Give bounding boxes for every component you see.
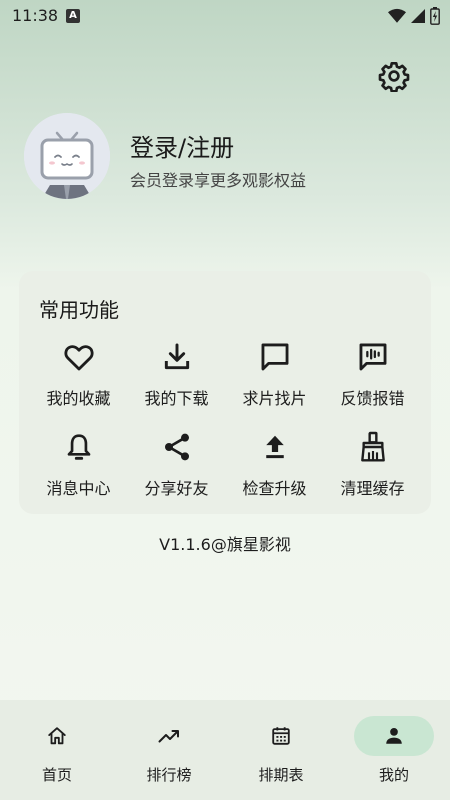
function-label: 求片找片 [242, 389, 307, 408]
login-subtitle: 会员登录享更多观影权益 [130, 171, 307, 190]
nav-label: 排行榜 [146, 766, 192, 784]
nav-item-schedule[interactable]: 排期表 [225, 700, 337, 800]
bell-icon [61, 429, 97, 465]
download-icon [159, 339, 195, 375]
bottom-nav: 首页 排行榜 排期表 我的 [0, 700, 450, 800]
feedback-button[interactable]: 反馈报错 [321, 339, 424, 419]
feedback-icon [355, 339, 391, 375]
function-label: 我的收藏 [46, 389, 111, 408]
signal-icon [411, 9, 425, 23]
nav-item-mine[interactable]: 我的 [338, 700, 450, 800]
tv-mascot-avatar [24, 113, 110, 199]
function-label: 检查升级 [242, 479, 307, 498]
status-bar: 11:38 A [0, 0, 450, 32]
status-icons [388, 7, 440, 25]
share-icon [159, 429, 195, 465]
status-time: 11:38 [12, 6, 59, 25]
nav-item-ranking[interactable]: 排行榜 [113, 700, 225, 800]
status-indicator: A [66, 9, 80, 23]
function-label: 清理缓存 [340, 479, 405, 498]
nav-label: 我的 [378, 766, 409, 784]
upload-icon [257, 429, 293, 465]
wifi-icon [388, 8, 406, 23]
home-icon [48, 727, 66, 745]
function-label: 分享好友 [144, 479, 209, 498]
nav-label: 首页 [41, 766, 72, 784]
settings-button[interactable] [376, 58, 412, 94]
nav-item-home[interactable]: 首页 [1, 700, 113, 800]
section-title: 常用功能 [39, 298, 119, 322]
chat-bubble-icon [257, 339, 293, 375]
heart-icon [61, 339, 97, 375]
avatar[interactable] [24, 113, 110, 199]
request-movie-button[interactable]: 求片找片 [223, 339, 326, 419]
clear-cache-button[interactable]: 清理缓存 [321, 429, 424, 509]
downloads-button[interactable]: 我的下载 [125, 339, 228, 419]
login-register-link[interactable]: 登录/注册 [130, 128, 234, 163]
active-indicator [354, 716, 434, 756]
version-text: V1.1.6@旗星影视 [159, 535, 291, 554]
favorites-button[interactable]: 我的收藏 [27, 339, 130, 419]
function-label: 消息中心 [46, 479, 111, 498]
calendar-icon [272, 727, 290, 745]
trending-icon [158, 730, 179, 743]
broom-icon [355, 429, 391, 465]
person-icon [386, 728, 402, 744]
gear-icon [378, 62, 410, 92]
common-functions-card: 常用功能 我的收藏 我的下载 求片找片 反馈报错 消息中心 分享好友 检查升级 … [19, 271, 431, 514]
function-label: 我的下载 [144, 389, 209, 408]
check-update-button[interactable]: 检查升级 [223, 429, 326, 509]
share-friends-button[interactable]: 分享好友 [125, 429, 228, 509]
function-label: 反馈报错 [340, 389, 405, 408]
message-center-button[interactable]: 消息中心 [27, 429, 130, 509]
nav-label: 排期表 [258, 766, 304, 784]
battery-icon [430, 7, 440, 25]
